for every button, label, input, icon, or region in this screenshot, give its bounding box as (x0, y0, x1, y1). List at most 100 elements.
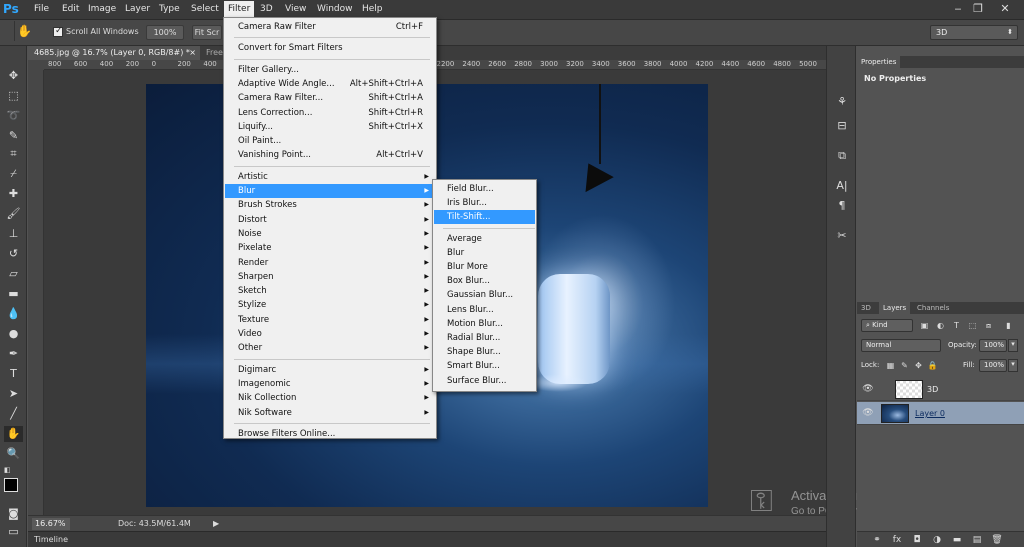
filter-menu-item-noise[interactable]: Noise ▶ (225, 227, 435, 241)
history-brush-tool-icon[interactable]: ↺ (4, 246, 23, 262)
brush-tool-icon[interactable]: 🖌 (4, 206, 23, 222)
filter-menu-item-blur[interactable]: Blur ▶ (225, 184, 435, 198)
zoom-100-button[interactable]: 100% (146, 25, 184, 40)
filter-menu-item-liquify[interactable]: Liquify... Shift+Ctrl+X (225, 120, 435, 134)
tab-3d[interactable]: 3D (857, 302, 875, 314)
menu-select[interactable]: Select (191, 4, 219, 14)
adjustment-layer-icon[interactable]: ◑ (931, 534, 943, 546)
blur-menu-item-tilt-shift[interactable]: Tilt-Shift... (434, 210, 535, 225)
lasso-tool-icon[interactable]: ➰ (4, 108, 23, 124)
lock-pixels-icon[interactable]: ✎ (899, 360, 910, 371)
move-tool-icon[interactable]: ✥ (4, 68, 23, 84)
hand-tool-icon[interactable]: ✋ (4, 426, 23, 442)
menu-window[interactable]: Window (317, 4, 353, 14)
menu-view[interactable]: View (285, 4, 306, 14)
blur-menu-item-average[interactable]: Average (434, 232, 535, 246)
character-panel-icon[interactable]: A| (834, 178, 850, 194)
fill-input[interactable]: 100% (979, 359, 1007, 372)
filter-menu-item-texture[interactable]: Texture ▶ (225, 313, 435, 327)
scroll-all-windows-checkbox[interactable]: ✓ (53, 26, 63, 37)
pixel-filter-icon[interactable]: ▣ (919, 320, 930, 331)
filter-menu-item-camera-raw-filter[interactable]: Camera Raw Filter Ctrl+F (225, 20, 435, 34)
filter-menu-item-nik-collection[interactable]: Nik Collection ▶ (225, 391, 435, 405)
new-group-icon[interactable]: ▬ (951, 534, 963, 546)
lock-position-icon[interactable]: ✥ (913, 360, 924, 371)
menu-edit[interactable]: Edit (62, 4, 79, 14)
filter-menu-item-stylize[interactable]: Stylize ▶ (225, 298, 435, 312)
menu-file[interactable]: File (34, 4, 49, 14)
paragraph-panel-icon[interactable]: ¶ (834, 198, 850, 214)
minimize-button[interactable]: ‒ (950, 2, 966, 16)
filter-menu-item-pixelate[interactable]: Pixelate ▶ (225, 241, 435, 255)
zoom-tool-icon[interactable]: 🔍 (4, 446, 23, 462)
filter-menu-item-distort[interactable]: Distort ▶ (225, 213, 435, 227)
filter-menu-item-other[interactable]: Other ▶ (225, 341, 435, 355)
opacity-input[interactable]: 100% (979, 339, 1007, 352)
filter-menu-item-browse-filters-online[interactable]: Browse Filters Online... (225, 427, 435, 441)
brush-preset-icon[interactable]: ⚘ (834, 94, 850, 110)
layer-row-3d[interactable]: 👁 3D (857, 378, 1024, 401)
lock-transparency-icon[interactable]: ▦ (885, 360, 896, 371)
menu-image[interactable]: Image (88, 4, 116, 14)
close-tab-icon[interactable]: × (189, 46, 196, 60)
blur-menu-item-box-blur[interactable]: Box Blur... (434, 274, 535, 288)
tab-channels[interactable]: Channels (913, 302, 953, 314)
opacity-dropdown-icon[interactable]: ▾ (1008, 339, 1018, 352)
foreground-color-swatch[interactable] (4, 478, 18, 492)
filter-menu-item-brush-strokes[interactable]: Brush Strokes ▶ (225, 198, 435, 212)
menu-type[interactable]: Type (159, 4, 180, 14)
blur-menu-item-shape-blur[interactable]: Shape Blur... (434, 345, 535, 359)
blur-menu-item-iris-blur[interactable]: Iris Blur... (434, 196, 535, 210)
document-tab-active[interactable]: 4685.jpg @ 16.7% (Layer 0, RGB/8#) * × (28, 46, 200, 60)
eyedropper-tool-icon[interactable]: ⌿ (4, 166, 23, 182)
type-filter-icon[interactable]: T (951, 320, 962, 331)
kind-filter-select[interactable]: ⌕ Kind (861, 319, 913, 332)
filter-menu-item-imagenomic[interactable]: Imagenomic ▶ (225, 377, 435, 391)
brush-panel-icon[interactable]: ⊟ (834, 118, 850, 134)
filter-menu-item-oil-paint[interactable]: Oil Paint... (225, 134, 435, 148)
add-mask-icon[interactable]: ◘ (911, 534, 923, 546)
zoom-level-field[interactable]: 16.67% (32, 518, 70, 530)
link-layers-icon[interactable]: ⚭ (871, 534, 883, 546)
menu-layer[interactable]: Layer (125, 4, 150, 14)
filter-menu-item-digimarc[interactable]: Digimarc ▶ (225, 363, 435, 377)
blur-menu-item-blur[interactable]: Blur (434, 246, 535, 260)
line-tool-icon[interactable]: ╱ (4, 406, 23, 422)
menu-help[interactable]: Help (362, 4, 383, 14)
filter-menu-item-filter-gallery[interactable]: Filter Gallery... (225, 63, 435, 77)
dodge-tool-icon[interactable]: ● (4, 326, 23, 342)
fill-dropdown-icon[interactable]: ▾ (1008, 359, 1018, 372)
smart-object-filter-icon[interactable]: ⧈ (983, 320, 994, 331)
fit-screen-button[interactable]: Fit Scr (192, 25, 222, 40)
layer-style-icon[interactable]: fx (891, 534, 903, 546)
workspace-select[interactable]: 3D ⬍ (930, 25, 1018, 40)
marquee-tool-icon[interactable]: ⬚ (4, 88, 23, 104)
default-colors-icon[interactable]: ◧ (4, 466, 12, 474)
blur-menu-item-field-blur[interactable]: Field Blur... (434, 182, 535, 196)
shape-filter-icon[interactable]: ⬚ (967, 320, 978, 331)
lock-all-icon[interactable]: 🔒 (927, 360, 938, 371)
close-window-button[interactable]: ✕ (997, 2, 1013, 16)
tool-presets-icon[interactable]: ✂ (834, 228, 850, 244)
blur-menu-item-smart-blur[interactable]: Smart Blur... (434, 359, 535, 373)
quick-select-tool-icon[interactable]: ✎ (4, 128, 23, 144)
gradient-tool-icon[interactable]: ▬ (4, 286, 23, 302)
filter-toggle-icon[interactable]: ▮ (1003, 320, 1014, 331)
menu-3d[interactable]: 3D (260, 4, 273, 14)
quick-mask-icon[interactable]: ◙ (4, 506, 23, 522)
pen-tool-icon[interactable]: ✒ (4, 346, 23, 362)
blur-menu-item-radial-blur[interactable]: Radial Blur... (434, 331, 535, 345)
filter-menu-item-sketch[interactable]: Sketch ▶ (225, 284, 435, 298)
new-layer-icon[interactable]: ▤ (971, 534, 983, 546)
type-tool-icon[interactable]: T (4, 366, 23, 382)
filter-menu-item-vanishing-point[interactable]: Vanishing Point... Alt+Ctrl+V (225, 148, 435, 162)
blur-menu-item-surface-blur[interactable]: Surface Blur... (434, 374, 535, 388)
delete-layer-icon[interactable]: 🗑 (991, 534, 1003, 546)
layer-row-layer-0[interactable]: 👁 Layer 0 (857, 402, 1024, 425)
eraser-tool-icon[interactable]: ▱ (4, 266, 23, 282)
blur-tool-icon[interactable]: 💧 (4, 306, 23, 322)
filter-menu-item-render[interactable]: Render ▶ (225, 256, 435, 270)
filter-menu-item-sharpen[interactable]: Sharpen ▶ (225, 270, 435, 284)
timeline-panel-tab[interactable]: Timeline (28, 531, 826, 547)
filter-menu-item-nik-software[interactable]: Nik Software ▶ (225, 406, 435, 420)
